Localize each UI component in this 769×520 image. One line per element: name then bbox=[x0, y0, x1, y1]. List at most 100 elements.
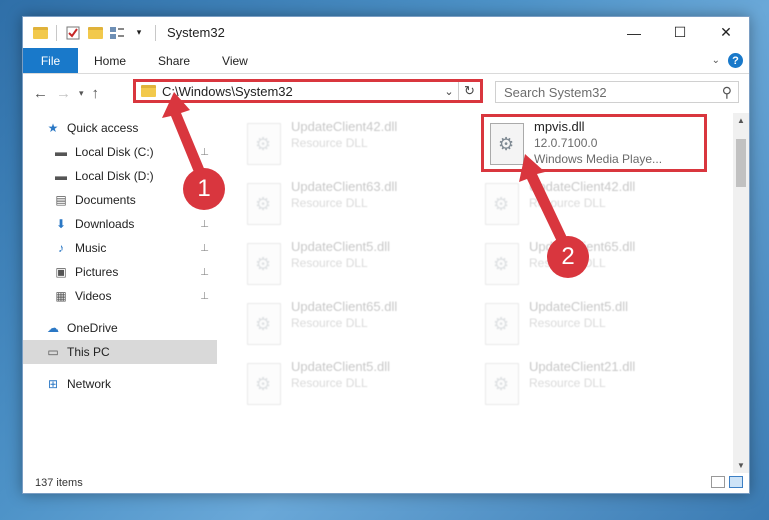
file-detail: Resource DLL bbox=[291, 316, 368, 330]
step-1-badge: 1 bbox=[183, 168, 225, 210]
dll-file-icon bbox=[485, 183, 519, 225]
window-title: System32 bbox=[167, 25, 225, 40]
sidebar-item-videos[interactable]: ▦ Videos ⊥ bbox=[23, 284, 217, 308]
sidebar-item-pictures[interactable]: ▣ Pictures ⊥ bbox=[23, 260, 217, 284]
download-icon: ⬇ bbox=[55, 217, 67, 231]
dll-file-icon bbox=[485, 303, 519, 345]
file-item[interactable]: UpdateClient5.dll Resource DLL bbox=[241, 357, 471, 417]
sidebar-item-label: Local Disk (C:) bbox=[75, 145, 154, 159]
file-item[interactable]: UpdateClient42.dllResource DLL bbox=[241, 117, 471, 177]
tiles-view-icon[interactable] bbox=[729, 476, 743, 488]
sidebar-item-label: Music bbox=[75, 241, 107, 255]
search-placeholder: Search System32 bbox=[504, 84, 607, 100]
ribbon-tabs: File Home Share View ⌄ ? bbox=[23, 48, 749, 74]
vertical-scrollbar[interactable]: ▲ ▼ bbox=[733, 113, 749, 473]
sidebar-item-label: Videos bbox=[75, 289, 112, 303]
folder-icon bbox=[141, 85, 156, 97]
sidebar-item-label: OneDrive bbox=[67, 321, 118, 335]
navigation-buttons: ← → ▾ ↑ bbox=[23, 85, 135, 102]
tab-home[interactable]: Home bbox=[78, 48, 142, 73]
search-icon: ⚲ bbox=[721, 84, 732, 100]
sidebar-item-label: Documents bbox=[75, 193, 136, 207]
file-name: UpdateClient21.dll bbox=[529, 359, 636, 374]
dll-file-icon bbox=[247, 243, 281, 285]
pin-icon: ⊥ bbox=[200, 242, 209, 254]
up-arrow-icon[interactable]: ↑ bbox=[92, 85, 100, 102]
expand-ribbon-icon[interactable]: ⌄ bbox=[712, 55, 720, 66]
file-detail: Resource DLL bbox=[529, 316, 606, 330]
sidebar-item-network[interactable]: ⊞ Network bbox=[23, 372, 217, 396]
drive-icon: ▬ bbox=[55, 169, 67, 183]
tab-view[interactable]: View bbox=[206, 48, 264, 73]
file-list: UpdateClient42.dll Resource DLL mpvis.dll 1… bbox=[217, 113, 749, 473]
sidebar-item-music[interactable]: ♪ Music ⊥ bbox=[23, 236, 217, 260]
drive-icon: ▬ bbox=[55, 145, 67, 159]
refresh-icon[interactable]: ↻ bbox=[458, 82, 480, 100]
file-item[interactable]: UpdateClient5.dll Resource DLL bbox=[241, 237, 471, 297]
view-icon[interactable] bbox=[108, 24, 126, 42]
sidebar-item-onedrive[interactable]: ☁ OneDrive bbox=[23, 316, 217, 340]
file-detail: Resource DLL bbox=[529, 376, 606, 390]
star-icon: ★ bbox=[47, 121, 59, 135]
documents-icon: ▤ bbox=[55, 193, 67, 207]
file-item[interactable]: UpdateClient42.dllResource DLL bbox=[479, 177, 709, 237]
pin-icon: ⊥ bbox=[200, 290, 209, 302]
sidebar-item-label: Quick access bbox=[67, 121, 139, 135]
search-input[interactable]: Search System32 ⚲ bbox=[495, 81, 739, 103]
video-icon: ▦ bbox=[55, 289, 67, 303]
maximize-button[interactable]: ☐ bbox=[657, 17, 703, 48]
item-count: 137 items bbox=[35, 477, 83, 489]
file-detail: Resource DLL bbox=[291, 376, 368, 390]
recent-locations-icon[interactable]: ▾ bbox=[79, 88, 84, 99]
status-bar: 137 items bbox=[23, 473, 749, 493]
file-item[interactable]: UpdateClient5.dll Resource DLL bbox=[479, 297, 709, 357]
pin-icon: ⊥ bbox=[200, 266, 209, 278]
properties-icon[interactable] bbox=[64, 24, 82, 42]
music-icon: ♪ bbox=[58, 241, 64, 255]
back-arrow-icon[interactable]: ← bbox=[33, 85, 48, 102]
file-detail: Resource DLL bbox=[291, 136, 368, 150]
file-name: mpvis.dll bbox=[534, 119, 585, 134]
sidebar-item-label: Downloads bbox=[75, 217, 135, 231]
file-item[interactable]: UpdateClient63.dll Resource DLL bbox=[241, 177, 471, 237]
sidebar-item-label: This PC bbox=[67, 345, 110, 359]
address-bar-row: ← → ▾ ↑ C:\Windows\System32 ⌄ ↻ Search S… bbox=[23, 74, 749, 112]
dll-file-icon bbox=[485, 243, 519, 285]
dll-file-icon bbox=[247, 183, 281, 225]
scroll-up-icon[interactable]: ▲ bbox=[733, 116, 749, 125]
file-name: UpdateClient63.dll bbox=[291, 179, 398, 194]
file-name: UpdateClient5.dll bbox=[529, 299, 629, 314]
sidebar-item-downloads[interactable]: ⬇ Downloads ⊥ bbox=[23, 212, 217, 236]
file-item[interactable]: UpdateClient21.dll Resource DLL bbox=[479, 357, 709, 417]
network-icon: ⊞ bbox=[47, 377, 59, 391]
scroll-down-icon[interactable]: ▼ bbox=[733, 461, 749, 470]
file-detail: Resource DLL bbox=[291, 256, 368, 270]
sidebar-item-label: Network bbox=[67, 377, 112, 391]
pictures-icon: ▣ bbox=[55, 265, 67, 279]
file-item[interactable]: UpdateClient65.dll Resource DLL bbox=[241, 297, 471, 357]
new-folder-icon[interactable] bbox=[86, 24, 104, 42]
customize-dropdown-icon[interactable]: ▾ bbox=[130, 24, 148, 42]
file-detail: Resource DLL bbox=[291, 196, 368, 210]
file-name: UpdateClient5.dll bbox=[291, 239, 391, 254]
close-button[interactable]: ✕ bbox=[703, 17, 749, 48]
title-bar: ▾ System32 — ☐ ✕ bbox=[23, 17, 749, 48]
pin-icon: ⊥ bbox=[200, 218, 209, 230]
sidebar-item-this-pc[interactable]: ▭ This PC bbox=[23, 340, 217, 364]
chevron-down-icon[interactable]: ⌄ bbox=[440, 85, 458, 98]
quick-access-toolbar: ▾ bbox=[23, 24, 159, 42]
sidebar-item-label: Local Disk (D:) bbox=[75, 169, 154, 183]
computer-icon: ▭ bbox=[47, 345, 59, 359]
tab-file[interactable]: File bbox=[23, 48, 78, 73]
scroll-thumb[interactable] bbox=[736, 139, 746, 187]
tab-share[interactable]: Share bbox=[142, 48, 206, 73]
file-name: UpdateClient65.dll bbox=[291, 299, 398, 314]
help-icon[interactable]: ? bbox=[728, 53, 743, 68]
file-item[interactable]: UpdateClient65.dllResource DLL bbox=[479, 237, 709, 297]
sidebar-item-label: Pictures bbox=[75, 265, 119, 279]
file-name: UpdateClient5.dll bbox=[291, 359, 391, 374]
minimize-button[interactable]: — bbox=[611, 17, 657, 48]
dll-file-icon bbox=[247, 123, 281, 165]
details-view-icon[interactable] bbox=[711, 476, 725, 488]
forward-arrow-icon[interactable]: → bbox=[56, 85, 71, 102]
